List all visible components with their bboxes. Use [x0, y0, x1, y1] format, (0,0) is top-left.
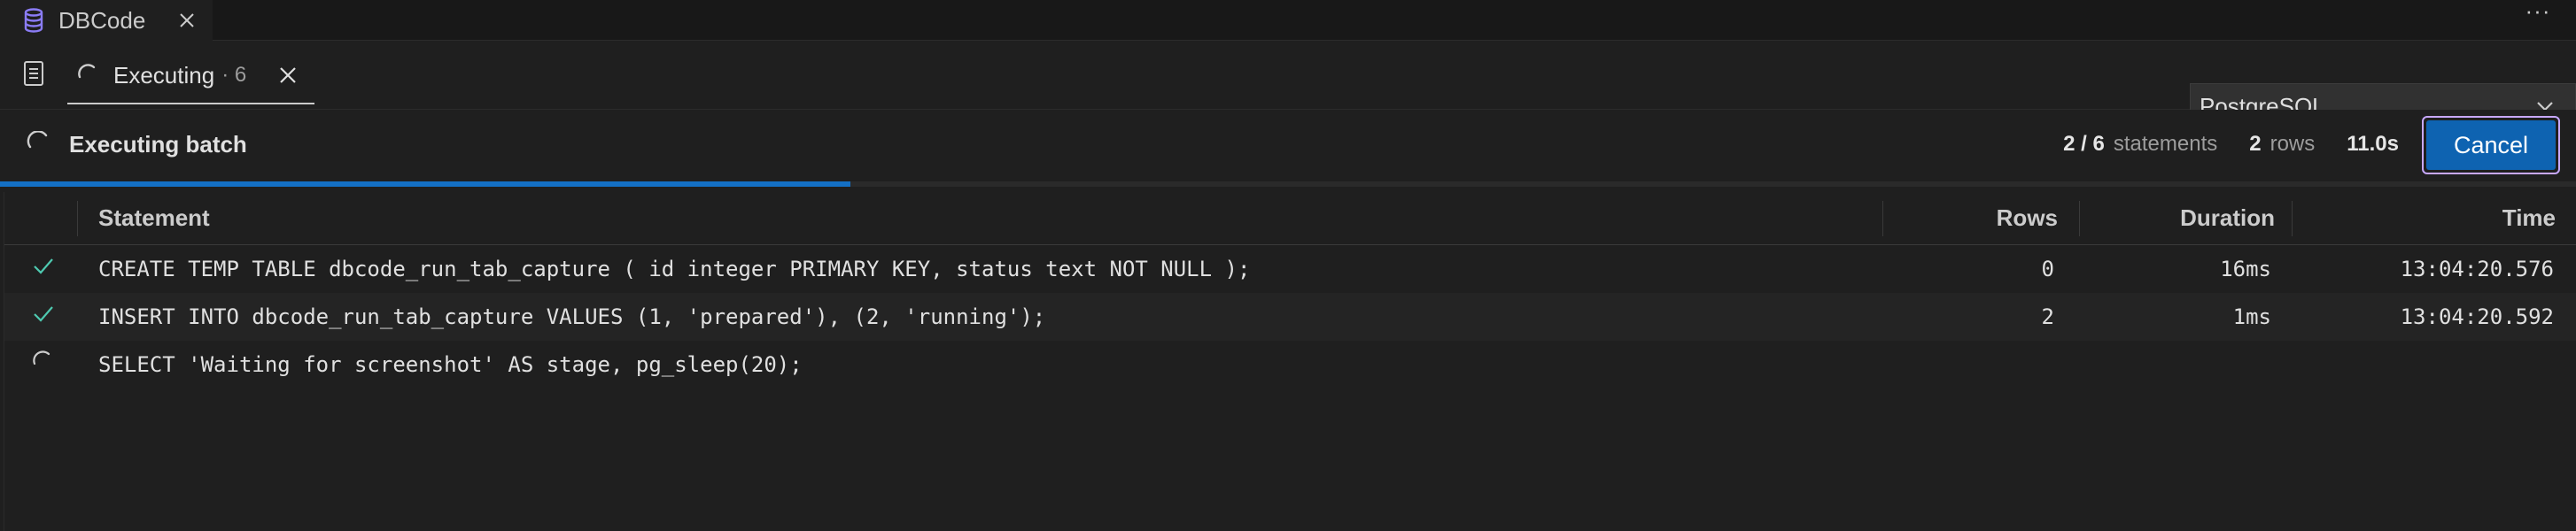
- database-icon: [24, 8, 43, 33]
- rows-count: 2: [2249, 132, 2262, 156]
- cancel-button[interactable]: Cancel: [2422, 116, 2560, 174]
- table-row[interactable]: CREATE TEMP TABLE dbcode_run_tab_capture…: [4, 245, 2576, 293]
- statements-progress: 2 / 6: [2063, 132, 2105, 156]
- column-divider[interactable]: [2079, 201, 2080, 236]
- tab-executing[interactable]: Executing · 6: [67, 48, 314, 104]
- batch-stats: 2 / 6 statements 2 rows 11.0s: [2063, 132, 2399, 157]
- column-header-time[interactable]: Time: [2502, 204, 2556, 232]
- column-divider[interactable]: [77, 201, 78, 236]
- close-icon[interactable]: [276, 64, 299, 87]
- rows-cell: 2: [2041, 304, 2054, 329]
- editor-tab-strip: DBCode ···: [0, 0, 2576, 41]
- grid-header: Statement Rows Duration Time: [4, 192, 2576, 245]
- rows-unit: rows: [2270, 132, 2316, 156]
- column-header-statement[interactable]: Statement: [98, 204, 210, 232]
- ellipsis-icon[interactable]: ···: [2523, 0, 2553, 27]
- duration-cell: 1ms: [2232, 304, 2271, 329]
- time-cell: 13:04:20.576: [2400, 257, 2554, 281]
- rows-cell: 0: [2041, 257, 2054, 281]
- status-text: Executing batch: [69, 131, 247, 158]
- table-row[interactable]: SELECT 'Waiting for screenshot' AS stage…: [4, 341, 2576, 389]
- duration-cell: 16ms: [2220, 257, 2271, 281]
- statements-unit: statements: [2113, 132, 2218, 156]
- progress-bar: [0, 181, 2576, 187]
- column-header-rows[interactable]: Rows: [1997, 204, 2058, 232]
- statements-grid: Statement Rows Duration Time CREATE TEMP…: [4, 192, 2576, 531]
- editor-tab-dbcode[interactable]: DBCode: [0, 0, 213, 41]
- close-icon[interactable]: [175, 9, 198, 32]
- statement-text: INSERT INTO dbcode_run_tab_capture VALUE…: [98, 304, 1046, 329]
- tab-label: Executing: [113, 61, 215, 88]
- column-divider[interactable]: [2292, 201, 2293, 236]
- spinner-icon: [33, 350, 50, 366]
- statement-text: CREATE TEMP TABLE dbcode_run_tab_capture…: [98, 257, 1251, 281]
- check-icon: [34, 306, 53, 322]
- run-tab-bar: Executing · 6 PostgreSQL: [0, 41, 2576, 129]
- column-divider[interactable]: [1882, 201, 1883, 236]
- spinner-icon: [78, 64, 96, 79]
- statement-text: SELECT 'Waiting for screenshot' AS stage…: [98, 352, 803, 377]
- cancel-button-label: Cancel: [2426, 120, 2556, 170]
- elapsed-time: 11.0s: [2347, 132, 2399, 156]
- tab-count: · 6: [221, 63, 247, 87]
- spinner-icon: [27, 131, 48, 149]
- editor-tab-title: DBCode: [58, 6, 146, 34]
- table-row[interactable]: INSERT INTO dbcode_run_tab_capture VALUE…: [4, 293, 2576, 341]
- column-header-duration[interactable]: Duration: [2180, 204, 2275, 232]
- progress-fill: [0, 181, 850, 187]
- check-icon: [34, 258, 53, 274]
- batch-status-row: Executing batch 2 / 6 statements 2 rows …: [0, 110, 2576, 182]
- time-cell: 13:04:20.592: [2400, 304, 2554, 329]
- notebook-icon[interactable]: [23, 60, 44, 87]
